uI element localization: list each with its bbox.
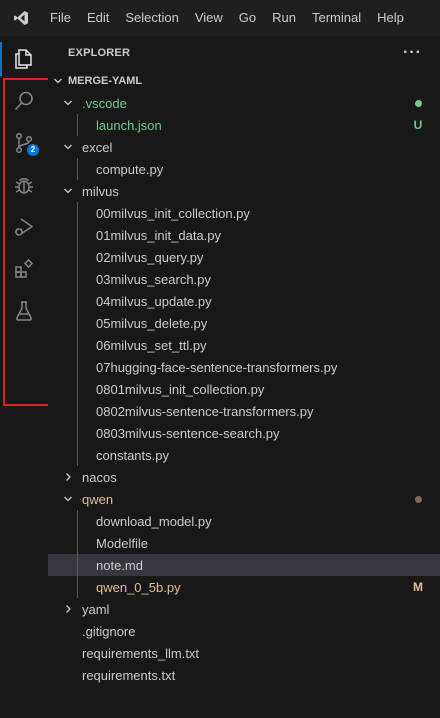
tree-file-requirements-txt[interactable]: requirements.txt [48, 664, 440, 686]
workspace-name: MERGE-YAML [68, 75, 143, 87]
tree-file-0803milvus-sentence-search-py[interactable]: 0803milvus-sentence-search.py [48, 422, 440, 444]
tree-file-06milvus-set-ttl-py[interactable]: 06milvus_set_ttl.py [48, 334, 440, 356]
indent-guide [77, 158, 78, 180]
tree-file-02milvus-query-py[interactable]: 02milvus_query.py [48, 246, 440, 268]
tree-item-label: constants.py [96, 447, 169, 463]
tree-item-label: yaml [82, 601, 110, 617]
tree-file-07hugging-face-sentence-transformers-py[interactable]: 07hugging-face-sentence-transformers.py [48, 356, 440, 378]
tree-item-label: 06milvus_set_ttl.py [96, 337, 207, 353]
source-control-badge: 2 [27, 144, 39, 156]
tree-file-01milvus-init-data-py[interactable]: 01milvus_init_data.py [48, 224, 440, 246]
vscode-logo-icon [0, 0, 42, 36]
tree-item-label: compute.py [96, 161, 164, 177]
run-and-debug-icon[interactable] [0, 206, 48, 248]
tree-file-00milvus-init-collection-py[interactable]: 00milvus_init_collection.py [48, 202, 440, 224]
tree-item-label: note.md [96, 557, 143, 573]
tree-item-label: 0802milvus-sentence-transformers.py [96, 403, 314, 419]
explorer-sidebar: EXPLORER ··· MERGE-YAML .vscode launch.js… [48, 36, 440, 718]
chevron-right-icon [60, 472, 76, 482]
tree-item-label: 0801milvus_init_collection.py [96, 381, 265, 397]
tree-item-label: requirements.txt [82, 667, 176, 683]
tree-item-label: milvus [82, 183, 119, 199]
tree-item-label: 01milvus_init_data.py [96, 227, 222, 243]
menu-go[interactable]: Go [231, 0, 264, 36]
chevron-down-icon [60, 142, 76, 152]
tree-item-label: excel [82, 139, 113, 155]
tree-item-label: download_model.py [96, 513, 212, 529]
tree-item-label: 04milvus_update.py [96, 293, 212, 309]
menu-run[interactable]: Run [264, 0, 304, 36]
menu-selection[interactable]: Selection [117, 0, 186, 36]
tree-file-0801milvus-init-collection-py[interactable]: 0801milvus_init_collection.py [48, 378, 440, 400]
tree-file-05milvus-delete-py[interactable]: 05milvus_delete.py [48, 312, 440, 334]
menu-bar: File Edit Selection View Go Run Terminal… [42, 0, 412, 36]
tree-file-requirements-llm-txt[interactable]: requirements_llm.txt [48, 642, 440, 664]
workspace-section-header[interactable]: MERGE-YAML [48, 70, 440, 92]
extensions-icon[interactable] [0, 248, 48, 290]
tree-folder-vscode[interactable]: .vscode [48, 92, 440, 114]
tree-item-label: 0803milvus-sentence-search.py [96, 425, 280, 441]
tree-item-label: 00milvus_init_collection.py [96, 205, 250, 221]
search-icon[interactable] [0, 80, 48, 122]
explorer-header: EXPLORER ··· [48, 36, 440, 70]
tree-item-label: 05milvus_delete.py [96, 315, 208, 331]
tree-item-label: .gitignore [82, 623, 136, 639]
git-status-badge: M [413, 580, 423, 594]
chevron-down-icon [48, 76, 68, 86]
tree-file-compute-py[interactable]: compute.py [48, 158, 440, 180]
chevron-down-icon [60, 494, 76, 504]
menu-file[interactable]: File [42, 0, 79, 36]
menu-view[interactable]: View [187, 0, 231, 36]
indent-guide [77, 114, 78, 136]
menu-terminal[interactable]: Terminal [304, 0, 369, 36]
tree-item-label: requirements_llm.txt [82, 645, 200, 661]
explorer-title: EXPLORER [68, 47, 131, 59]
tree-file-qwen-0-5b-py[interactable]: qwen_0_5b.py M [48, 576, 440, 598]
tree-item-label: 07hugging-face-sentence-transformers.py [96, 359, 338, 375]
git-status-badge: U [413, 118, 423, 132]
tree-folder-yaml[interactable]: yaml [48, 598, 440, 620]
tree-folder-qwen[interactable]: qwen [48, 488, 440, 510]
tree-file-gitignore[interactable]: .gitignore [48, 620, 440, 642]
title-bar: File Edit Selection View Go Run Terminal… [0, 0, 440, 36]
tree-item-label: qwen_0_5b.py [96, 579, 181, 595]
tree-file-03milvus-search-py[interactable]: 03milvus_search.py [48, 268, 440, 290]
tree-folder-nacos[interactable]: nacos [48, 466, 440, 488]
testing-flask-icon[interactable] [0, 290, 48, 332]
tree-item-label: launch.json [96, 117, 162, 133]
tree-item-label: Modelfile [96, 535, 149, 551]
tree-item-label: 03milvus_search.py [96, 271, 211, 287]
more-actions-button[interactable]: ··· [403, 44, 422, 62]
git-status-dot-icon [408, 96, 428, 110]
tree-file-modelfile[interactable]: Modelfile [48, 532, 440, 554]
tree-item-label: .vscode [82, 95, 127, 111]
tree-folder-milvus[interactable]: milvus [48, 180, 440, 202]
tree-file-0802milvus-sentence-transformers-py[interactable]: 0802milvus-sentence-transformers.py [48, 400, 440, 422]
git-status-dot-icon [408, 492, 428, 506]
menu-edit[interactable]: Edit [79, 0, 117, 36]
tree-file-download-model-py[interactable]: download_model.py [48, 510, 440, 532]
chevron-right-icon [60, 604, 76, 614]
chevron-down-icon [60, 98, 76, 108]
explorer-icon[interactable] [0, 38, 48, 80]
indent-guide [77, 202, 78, 466]
tree-file-constants-py[interactable]: constants.py [48, 444, 440, 466]
chevron-down-icon [60, 186, 76, 196]
tree-item-label: qwen [82, 491, 114, 507]
tree-file-note-md[interactable]: note.md [48, 554, 440, 576]
activity-bar: 2 [0, 36, 56, 718]
tree-item-label: nacos [82, 469, 117, 485]
tree-file-04milvus-update-py[interactable]: 04milvus_update.py [48, 290, 440, 312]
file-tree: .vscode launch.json Uexcel compute.py milvus… [48, 92, 440, 686]
tree-file-launch-json[interactable]: launch.json U [48, 114, 440, 136]
source-control-icon[interactable]: 2 [0, 122, 48, 164]
menu-help[interactable]: Help [369, 0, 412, 36]
indent-guide [77, 510, 78, 598]
tree-item-label: 02milvus_query.py [96, 249, 204, 265]
tree-folder-excel[interactable]: excel [48, 136, 440, 158]
run-debug-bug-icon[interactable] [0, 164, 48, 206]
